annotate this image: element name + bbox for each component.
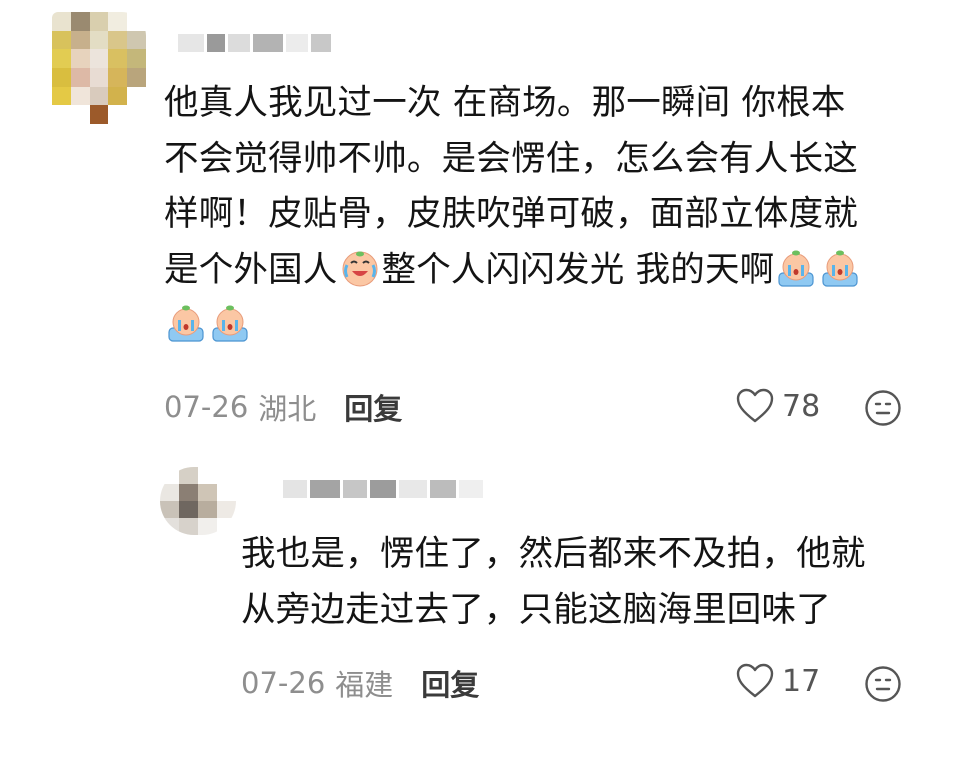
comment-text: 他真人我见过一次 在商场。那一瞬间 你根本 不会觉得帅不帅。是会愣住，怎么会有人…	[164, 76, 862, 354]
like-count: 17	[782, 663, 821, 699]
reply-button[interactable]: 回复	[344, 386, 402, 428]
like-button[interactable]: 17	[736, 663, 820, 699]
like-count: 78	[782, 388, 821, 424]
reply-text: 我也是，愣住了，然后都来不及拍，他就 从旁边走过去了，只能这脑海里回味了	[241, 527, 866, 638]
comment-line: 我也是，愣住了，然后都来不及拍，他就	[241, 534, 866, 574]
crying-emoji-icon	[165, 302, 207, 344]
like-button[interactable]: 78	[736, 388, 820, 424]
comment-location: 湖北	[258, 392, 317, 426]
avatar-blurred[interactable]	[160, 467, 236, 535]
comment-line: 不会觉得帅不帅。是会愣住，怎么会有人长这	[164, 138, 858, 179]
crying-emoji-icon	[209, 302, 251, 344]
comment-line: 样啊！皮贴骨，皮肤吹弹可破，面部立体度就	[164, 194, 858, 234]
username-blurred[interactable]	[283, 480, 483, 498]
heart-icon	[736, 388, 774, 423]
comment-date: 07-26	[164, 390, 249, 424]
comment-meta: 07-26 湖北 回复	[164, 386, 402, 428]
comment-thread: 他真人我见过一次 在商场。那一瞬间 你根本 不会觉得帅不帅。是会愣住，怎么会有人…	[0, 0, 960, 766]
comment-line-with-emoji: 是个外国人 整个人闪闪发光 我的天啊	[164, 243, 862, 299]
comment-date: 07-26	[241, 666, 326, 700]
comment-line: 他真人我见过一次 在商场。那一瞬间 你根本	[164, 83, 846, 123]
heart-icon	[736, 663, 774, 698]
crying-emoji-icon	[819, 247, 861, 289]
comment-meta: 07-26 福建 回复	[241, 662, 479, 704]
crying-emoji-icon	[775, 247, 817, 289]
comment-line-emoji-only	[164, 298, 862, 354]
comment-location: 福建	[335, 668, 394, 702]
emoji-reaction-icon[interactable]	[864, 389, 902, 427]
avatar-blurred[interactable]	[52, 12, 146, 124]
comment-text-segment: 整个人闪闪发光 我的天啊	[381, 249, 775, 290]
comment-line: 从旁边走过去了，只能这脑海里回味了	[241, 589, 831, 630]
emoji-reaction-icon[interactable]	[864, 665, 902, 703]
comment-text-segment: 是个外国人	[164, 249, 338, 290]
laugh-cry-emoji-icon	[339, 247, 381, 289]
reply-button[interactable]: 回复	[421, 662, 479, 704]
username-blurred[interactable]	[178, 34, 331, 52]
